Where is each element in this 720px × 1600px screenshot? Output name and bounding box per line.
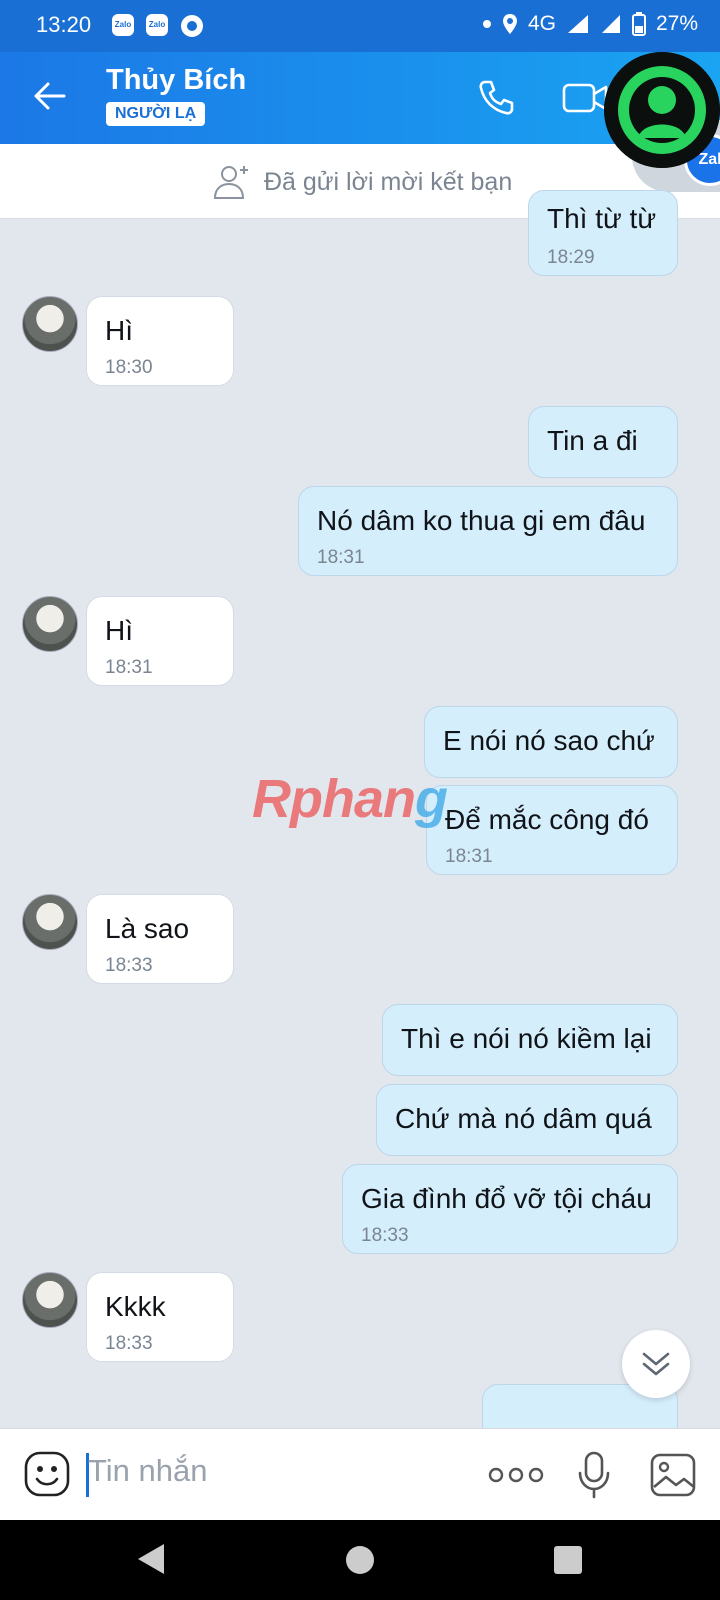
message-time: 18:31 bbox=[317, 547, 365, 568]
overlay-logo-icon bbox=[604, 52, 720, 168]
watermark-part2: g bbox=[415, 769, 448, 829]
message-text: Kkkk bbox=[105, 1291, 166, 1322]
zalo-notification-icon: Zalo bbox=[112, 14, 134, 36]
message-time: 18:31 bbox=[445, 846, 493, 867]
message-text: Gia đình đổ vỡ tội cháu bbox=[361, 1183, 652, 1214]
phone-icon[interactable] bbox=[476, 78, 516, 118]
message-text: Nó dâm ko thua gi em đâu bbox=[317, 505, 646, 536]
message-time: 18:33 bbox=[105, 1333, 153, 1354]
message-bubble-mine[interactable]: Nó dâm ko thua gi em đâu 18:31 bbox=[298, 486, 678, 576]
signal-icon bbox=[567, 15, 588, 33]
nav-home-icon[interactable] bbox=[344, 1544, 376, 1576]
message-text: Chứ mà nó dâm quá bbox=[395, 1103, 652, 1134]
message-time: 18:30 bbox=[105, 357, 153, 378]
message-bubble-theirs[interactable]: Kkkk 18:33 bbox=[86, 1272, 234, 1362]
message-bubble-mine[interactable]: E nói nó sao chứ bbox=[424, 706, 678, 778]
message-bubble-theirs[interactable]: Hì 18:31 bbox=[86, 596, 234, 686]
scroll-down-icon bbox=[642, 1352, 670, 1376]
message-bubble-mine[interactable]: Thì e nói nó kiềm lại bbox=[382, 1004, 678, 1076]
more-icon[interactable] bbox=[488, 1463, 544, 1487]
message-bubble-mine[interactable]: Để mắc công đó 18:31 bbox=[426, 785, 678, 875]
system-nav-bar bbox=[0, 1520, 720, 1600]
status-indicators: 4G 27% bbox=[482, 12, 698, 36]
contact-name[interactable]: Thủy Bích bbox=[106, 64, 246, 97]
message-time: 18:31 bbox=[105, 657, 153, 678]
watermark-part1: Rphan bbox=[252, 769, 416, 829]
back-arrow-icon[interactable] bbox=[30, 76, 70, 116]
stranger-tag: NGƯỜI LẠ bbox=[106, 102, 206, 126]
dot-icon bbox=[482, 20, 491, 28]
message-text: Thì e nói nó kiềm lại bbox=[401, 1023, 652, 1054]
message-bubble-theirs[interactable]: Là sao 18:33 bbox=[86, 894, 234, 984]
message-time: 18:33 bbox=[105, 955, 153, 976]
nav-back-icon[interactable] bbox=[136, 1542, 166, 1576]
message-text: Là sao bbox=[105, 913, 190, 944]
message-input[interactable]: Tin nhắn bbox=[88, 1453, 208, 1489]
message-bubble-mine[interactable]: Tin a đi bbox=[528, 406, 678, 478]
message-time: 18:29 bbox=[547, 247, 595, 268]
message-bubble-mine[interactable]: Gia đình đổ vỡ tội cháu 18:33 bbox=[342, 1164, 678, 1254]
zalo-notification-icon: Zalo bbox=[146, 14, 168, 36]
gallery-icon[interactable] bbox=[650, 1453, 696, 1497]
message-text: Thì từ từ bbox=[547, 203, 657, 234]
contact-avatar[interactable] bbox=[22, 894, 78, 950]
message-input-bar: Tin nhắn bbox=[0, 1428, 720, 1521]
message-bubble-theirs[interactable]: Hì 18:30 bbox=[86, 296, 234, 386]
status-bar: 13:20 Zalo Zalo 4G 27% bbox=[0, 0, 720, 52]
contact-avatar[interactable] bbox=[22, 296, 78, 352]
add-friend-icon bbox=[213, 166, 248, 199]
status-time: 13:20 bbox=[36, 12, 92, 37]
message-text: Tin a đi bbox=[547, 425, 638, 456]
contact-avatar[interactable] bbox=[22, 1272, 78, 1328]
nav-recents-icon[interactable] bbox=[552, 1544, 584, 1576]
battery-icon bbox=[631, 12, 646, 36]
signal-icon-2 bbox=[601, 15, 620, 33]
watermark: Rphang bbox=[252, 768, 448, 830]
friend-request-text: Đã gửi lời mời kết bạn bbox=[264, 167, 513, 196]
contact-avatar[interactable] bbox=[22, 596, 78, 652]
emoji-icon[interactable] bbox=[24, 1451, 70, 1497]
message-text: Hì bbox=[105, 615, 133, 646]
message-text: Hì bbox=[105, 315, 133, 346]
message-text: E nói nó sao chứ bbox=[443, 725, 655, 756]
message-text: Để mắc công đó bbox=[445, 804, 649, 835]
location-icon bbox=[502, 14, 517, 34]
message-bubble-mine[interactable]: Thì từ từ 18:29 bbox=[528, 190, 678, 276]
scroll-down-button[interactable] bbox=[622, 1330, 690, 1398]
location-app-icon bbox=[181, 15, 203, 37]
mic-icon[interactable] bbox=[576, 1451, 612, 1499]
video-icon[interactable] bbox=[562, 78, 610, 118]
message-time: 18:33 bbox=[361, 1225, 409, 1246]
network-type: 4G bbox=[527, 12, 556, 35]
message-bubble-mine[interactable]: Chứ mà nó dâm quá bbox=[376, 1084, 678, 1156]
battery-percent: 27% bbox=[655, 12, 698, 35]
